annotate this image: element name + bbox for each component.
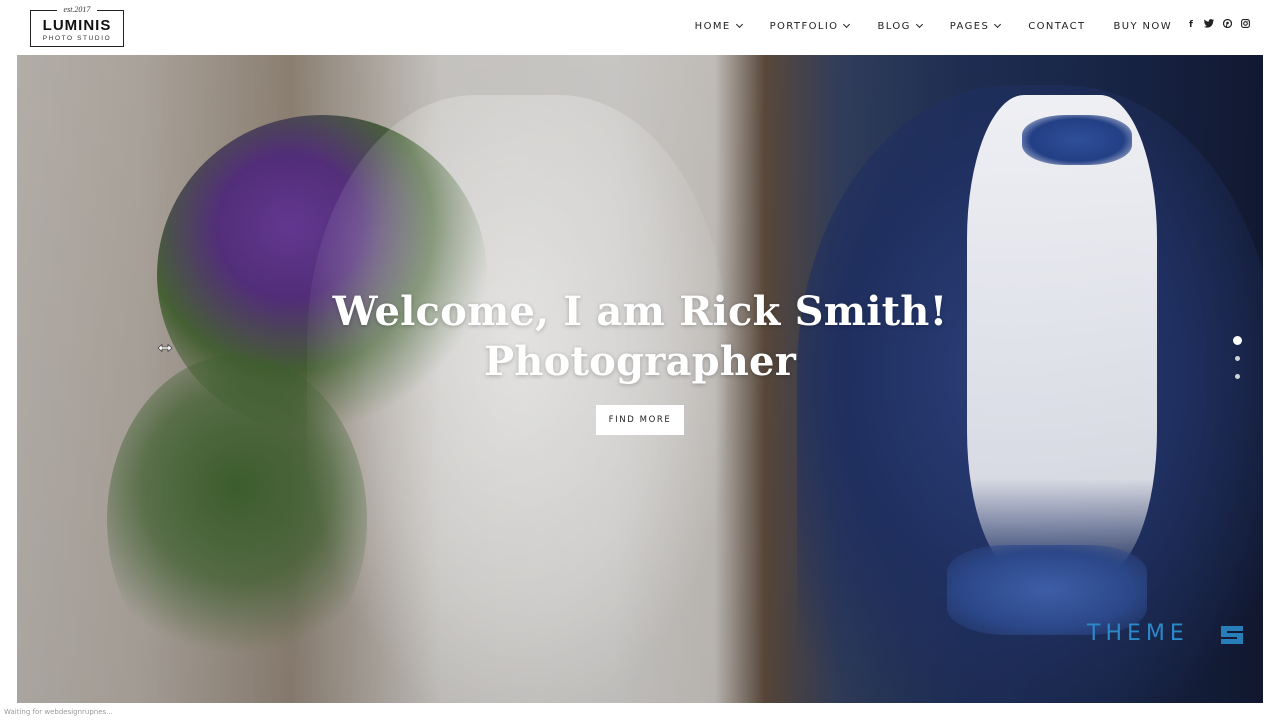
- watermark-text: THEME: [1087, 621, 1189, 646]
- nav-item-label: HOME: [694, 20, 731, 32]
- nav-item-label: PORTFOLIO: [769, 20, 839, 32]
- browser-status-text: Waiting for webdesignrupnes...: [4, 708, 113, 716]
- hero-photo-bride: [307, 95, 727, 703]
- hero-title: Welcome, I am Rick Smith! Photographer: [17, 287, 1263, 387]
- nav-item-label: PAGES: [949, 20, 990, 32]
- logo-name: LUMINIS: [42, 17, 112, 34]
- resize-cursor-icon: [157, 340, 173, 353]
- nav-item-contact[interactable]: CONTACT: [1028, 21, 1085, 32]
- slider-dot-1[interactable]: [1233, 336, 1242, 345]
- nav-item-label: CONTACT: [1028, 20, 1086, 32]
- facebook-icon[interactable]: f: [1186, 19, 1196, 31]
- nav-item-label: BUY NOW: [1113, 20, 1172, 32]
- instagram-icon[interactable]: [1240, 19, 1250, 31]
- theme-watermark: THEME: [1087, 621, 1247, 646]
- nav-item-label: BLOG: [877, 20, 911, 32]
- main-nav: HOME PORTFOLIO BLOG PAGES CONTACT BUY NO…: [695, 0, 1172, 52]
- nav-item-home[interactable]: HOME: [694, 20, 743, 32]
- chevron-down-icon: [735, 20, 743, 29]
- logo-established: est.2017: [57, 4, 97, 16]
- site-header: est.2017 LUMINIS PHOTO STUDIO HOME PORTF…: [0, 0, 1280, 55]
- pinterest-icon[interactable]: [1222, 18, 1232, 31]
- nav-item-pages[interactable]: PAGES: [949, 20, 1002, 32]
- nav-item-portfolio[interactable]: PORTFOLIO: [769, 20, 851, 32]
- site-logo[interactable]: est.2017 LUMINIS PHOTO STUDIO: [30, 4, 124, 47]
- find-more-button[interactable]: FIND MORE: [596, 405, 684, 435]
- hero-photo-bowtie: [1022, 115, 1132, 165]
- watermark-logo-icon: [1219, 622, 1247, 646]
- nav-item-buy-now[interactable]: BUY NOW: [1113, 21, 1172, 32]
- hero-photo-bouquet: [157, 115, 487, 435]
- logo-subtitle: PHOTO STUDIO: [42, 35, 112, 42]
- hero-title-line-1: Welcome, I am Rick Smith!: [332, 288, 948, 335]
- chevron-down-icon: [915, 20, 923, 29]
- chevron-down-icon: [843, 20, 851, 29]
- nav-item-blog[interactable]: BLOG: [877, 20, 923, 32]
- hero-photo-plant: [107, 355, 367, 685]
- chevron-down-icon: [994, 20, 1002, 29]
- hero-slider: Welcome, I am Rick Smith! Photographer F…: [17, 55, 1263, 703]
- twitter-icon[interactable]: [1204, 19, 1214, 31]
- hero-title-line-2: Photographer: [484, 338, 796, 385]
- slider-pagination: [1233, 336, 1242, 392]
- hero-photo-groom: [797, 85, 1263, 703]
- social-links: f: [1186, 18, 1250, 31]
- slider-dot-3[interactable]: [1235, 374, 1240, 379]
- slider-dot-2[interactable]: [1235, 356, 1240, 361]
